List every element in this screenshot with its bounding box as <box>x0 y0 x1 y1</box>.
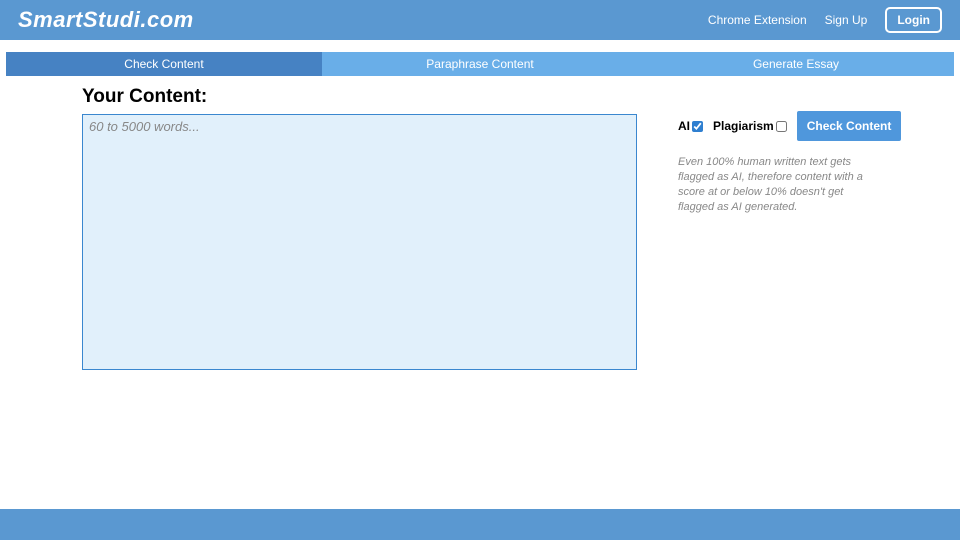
plagiarism-checkbox[interactable] <box>776 121 787 132</box>
main-content: Your Content: AI Plagiarism Check Conten… <box>0 76 960 375</box>
controls-panel: AI Plagiarism Check Content Even 100% hu… <box>678 86 878 375</box>
tab-generate-essay[interactable]: Generate Essay <box>638 52 954 76</box>
ai-checkbox-group[interactable]: AI <box>678 119 703 133</box>
footer-bar <box>0 509 960 540</box>
ai-checkbox[interactable] <box>692 121 703 132</box>
sign-up-link[interactable]: Sign Up <box>825 13 868 27</box>
ai-checkbox-label: AI <box>678 119 690 133</box>
site-logo[interactable]: SmartStudi.com <box>18 7 194 33</box>
content-input-section: Your Content: <box>82 86 640 375</box>
disclaimer-text: Even 100% human written text gets flagge… <box>678 155 878 214</box>
check-content-button[interactable]: Check Content <box>797 111 902 141</box>
controls-row: AI Plagiarism Check Content <box>678 111 878 141</box>
plagiarism-checkbox-label: Plagiarism <box>713 119 774 133</box>
header-bar: SmartStudi.com Chrome Extension Sign Up … <box>0 0 960 40</box>
tab-paraphrase-content[interactable]: Paraphrase Content <box>322 52 638 76</box>
tab-check-content[interactable]: Check Content <box>6 52 322 76</box>
content-heading: Your Content: <box>82 86 640 108</box>
plagiarism-checkbox-group[interactable]: Plagiarism <box>713 119 787 133</box>
tab-bar: Check Content Paraphrase Content Generat… <box>6 52 954 76</box>
header-nav: Chrome Extension Sign Up Login <box>708 7 942 33</box>
chrome-extension-link[interactable]: Chrome Extension <box>708 13 807 27</box>
content-textarea[interactable] <box>82 114 637 370</box>
login-button[interactable]: Login <box>885 7 942 33</box>
